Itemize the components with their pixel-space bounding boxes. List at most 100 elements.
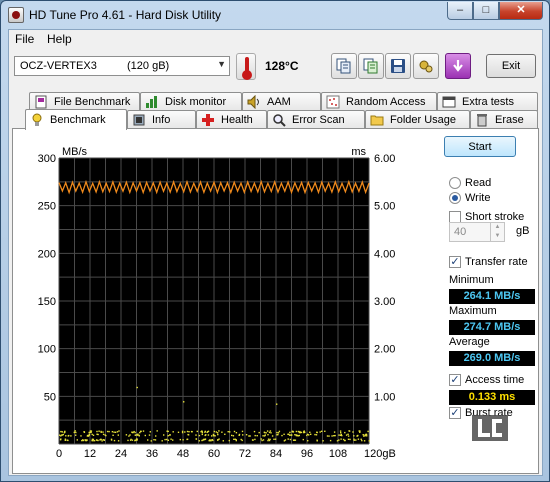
transfer-rate-checkbox[interactable]: ✓ <box>449 256 461 268</box>
app-icon[interactable] <box>8 7 24 23</box>
access-time-point <box>221 431 223 433</box>
access-time-point <box>359 431 361 433</box>
access-time-point <box>101 440 103 442</box>
title-bar[interactable]: HD Tune Pro 4.61 - Hard Disk Utility – □… <box>1 1 549 29</box>
tab-random-access[interactable]: Random Access <box>321 92 437 111</box>
menu-file[interactable]: File <box>15 32 34 46</box>
access-time-point <box>88 434 90 437</box>
y-tick-label: 100 <box>38 344 56 356</box>
access-time-point <box>163 434 165 436</box>
access-time-point <box>209 439 211 441</box>
drive-select[interactable]: OCZ-VERTEX3 (120 gB) ▼ <box>14 56 230 76</box>
x-tick-label: 48 <box>177 448 189 460</box>
access-time-point <box>353 435 355 437</box>
read-radio[interactable] <box>449 177 461 189</box>
tab-extra-tests[interactable]: Extra tests <box>437 92 538 111</box>
access-time-point <box>60 435 62 437</box>
access-time-point <box>131 439 134 441</box>
access-time-point <box>195 434 197 436</box>
access-time-point <box>60 438 62 440</box>
access-time-point <box>234 438 236 440</box>
access-time-point <box>201 430 203 433</box>
access-time-point <box>204 438 207 440</box>
exit-button[interactable]: Exit <box>486 54 536 78</box>
short-stroke-input[interactable]: 40 ▲ ▼ <box>449 222 505 242</box>
options-button[interactable] <box>413 53 439 79</box>
trash-icon <box>477 114 487 127</box>
access-time-point <box>217 433 219 436</box>
transfer-rate-option[interactable]: ✓ Transfer rate <box>449 256 528 268</box>
access-time-point <box>334 434 336 437</box>
x-tick-label: 120gB <box>364 448 396 460</box>
access-time-point <box>161 440 163 442</box>
access-time-point <box>242 434 244 436</box>
access-time-point <box>340 433 342 436</box>
minimize-button[interactable]: – <box>447 2 473 20</box>
burst-rate-checkbox[interactable]: ✓ <box>449 407 461 419</box>
x-tick-label: 84 <box>270 448 282 460</box>
access-time-point <box>233 438 235 440</box>
access-time-point <box>263 431 266 434</box>
access-time-point <box>102 433 105 436</box>
tab-benchmark[interactable]: Benchmark <box>25 109 127 130</box>
access-time-point <box>245 434 248 436</box>
write-radio[interactable] <box>449 192 461 204</box>
access-time-point <box>264 434 266 436</box>
transfer-rate-label: Transfer rate <box>465 256 528 268</box>
access-time-point <box>254 434 256 437</box>
start-button[interactable]: Start <box>444 136 516 157</box>
access-time-point <box>307 440 309 442</box>
download-button[interactable] <box>445 53 471 79</box>
access-time-point <box>303 430 305 432</box>
spin-arrows-icon[interactable]: ▲ ▼ <box>490 223 504 241</box>
access-time-point <box>149 431 151 433</box>
access-time-option[interactable]: ✓ Access time <box>449 374 524 386</box>
tab-folder-usage[interactable]: Folder Usage <box>365 110 470 129</box>
access-time-point <box>258 431 260 434</box>
access-time-point <box>357 438 360 440</box>
write-label: Write <box>465 192 491 204</box>
access-time-point <box>299 431 302 434</box>
tab-info[interactable]: Info <box>127 110 196 129</box>
close-button[interactable]: ✕ <box>499 2 543 20</box>
tab-health[interactable]: Health <box>196 110 267 129</box>
maximize-button[interactable]: □ <box>473 2 499 20</box>
access-time-point <box>262 435 264 437</box>
access-time-point <box>88 433 91 435</box>
access-time-point <box>253 430 256 433</box>
access-time-point <box>316 431 318 433</box>
access-time-point <box>62 433 64 436</box>
y2-axis-unit: ms <box>351 146 366 158</box>
access-time-point <box>361 439 363 442</box>
access-time-point <box>291 434 293 436</box>
average-label: Average <box>449 336 490 348</box>
copy-all-button[interactable] <box>358 53 384 79</box>
access-time-point <box>156 430 158 432</box>
x-tick-label: 60 <box>208 448 220 460</box>
read-option[interactable]: Read <box>449 177 491 189</box>
access-time-point <box>188 431 190 433</box>
window-title: HD Tune Pro 4.61 - Hard Disk Utility <box>29 8 222 22</box>
copy-button[interactable] <box>331 53 357 79</box>
tab-label: Health <box>221 114 253 126</box>
x-tick-label: 72 <box>239 448 251 460</box>
tab-disk-monitor[interactable]: Disk monitor <box>140 92 242 111</box>
access-time-point <box>329 439 332 442</box>
access-time-point <box>138 435 140 437</box>
tab-error-scan[interactable]: Error Scan <box>267 110 365 129</box>
save-button[interactable] <box>385 53 411 79</box>
menu-help[interactable]: Help <box>47 32 72 46</box>
access-time-point <box>181 430 184 433</box>
tab-erase[interactable]: Erase <box>470 110 538 129</box>
write-option[interactable]: Write <box>449 192 490 204</box>
tab-aam[interactable]: AAM <box>242 92 321 111</box>
access-time-point <box>241 439 243 442</box>
access-time-point <box>261 439 263 442</box>
chevron-down-icon[interactable]: ▼ <box>217 59 226 69</box>
access-time-checkbox[interactable]: ✓ <box>449 374 461 386</box>
access-time-point <box>231 434 233 437</box>
access-time-point <box>211 439 213 441</box>
menu-bar: File Help <box>9 30 542 48</box>
transfer-chart: 300 250 200 150 100 50 6.00 5.00 4.00 3.00 2.00 1.0… <box>13 129 443 475</box>
access-time-point <box>172 439 174 441</box>
